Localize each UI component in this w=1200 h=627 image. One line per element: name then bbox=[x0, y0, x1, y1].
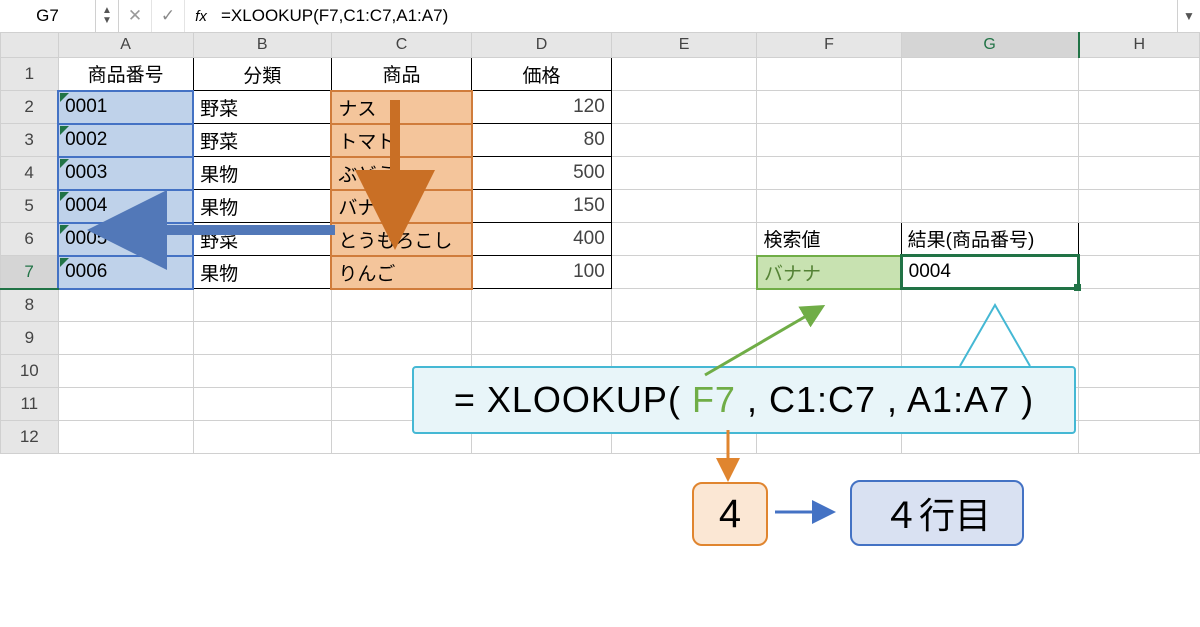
x-icon: ✕ bbox=[128, 6, 142, 26]
cell-e7[interactable] bbox=[611, 256, 757, 289]
cell-e1[interactable] bbox=[611, 58, 757, 91]
cell-c1[interactable]: 商品 bbox=[331, 58, 471, 91]
cell-c5[interactable]: バナナ bbox=[331, 190, 471, 223]
cell-h5[interactable] bbox=[1079, 190, 1200, 223]
cell-f6[interactable]: 検索値 bbox=[757, 223, 901, 256]
cell-h2[interactable] bbox=[1079, 91, 1200, 124]
cell-e5[interactable] bbox=[611, 190, 757, 223]
col-header-d[interactable]: D bbox=[472, 33, 612, 58]
cell-b2[interactable]: 野菜 bbox=[193, 91, 331, 124]
col-header-e[interactable]: E bbox=[611, 33, 757, 58]
cell-a5[interactable]: 0004 bbox=[58, 190, 193, 223]
row-header-11[interactable]: 11 bbox=[1, 388, 59, 421]
row-header-2[interactable]: 2 bbox=[1, 91, 59, 124]
col-header-a[interactable]: A bbox=[58, 33, 193, 58]
cell-d5[interactable]: 150 bbox=[472, 190, 612, 223]
cell-c2[interactable]: ナス bbox=[331, 91, 471, 124]
confirm-formula-button[interactable]: ✓ bbox=[152, 0, 185, 32]
row-header-7[interactable]: 7 bbox=[1, 256, 59, 289]
cell-h3[interactable] bbox=[1079, 124, 1200, 157]
cell-d6[interactable]: 400 bbox=[472, 223, 612, 256]
cell-a4[interactable]: 0003 bbox=[58, 157, 193, 190]
col-header-c[interactable]: C bbox=[331, 33, 471, 58]
formula-annotation: = XLOOKUP( F7 , C1:C7 , A1:A7 ) bbox=[412, 366, 1076, 434]
cell-f4[interactable] bbox=[757, 157, 901, 190]
cell-b6[interactable]: 野菜 bbox=[193, 223, 331, 256]
cell-a2[interactable]: 0001 bbox=[58, 91, 193, 124]
cancel-formula-button[interactable]: ✕ bbox=[119, 0, 152, 32]
cell-d7[interactable]: 100 bbox=[472, 256, 612, 289]
namebox-spinner[interactable]: ▲ ▼ bbox=[96, 0, 119, 32]
cell-g6[interactable]: 結果(商品番号) bbox=[901, 223, 1078, 256]
cell-c6[interactable]: とうもろこし bbox=[331, 223, 471, 256]
row-header-8[interactable]: 8 bbox=[1, 289, 59, 322]
formula-bar: G7 ▲ ▼ ✕ ✓ fx =XLOOKUP(F7,C1:C7,A1:A7) ▼ bbox=[0, 0, 1200, 33]
select-all-corner[interactable] bbox=[1, 33, 59, 58]
cell-c3[interactable]: トマト bbox=[331, 124, 471, 157]
col-header-b[interactable]: B bbox=[193, 33, 331, 58]
formula-arg1: F7 bbox=[692, 379, 736, 420]
cell-h6[interactable] bbox=[1079, 223, 1200, 256]
name-box[interactable]: G7 bbox=[0, 0, 96, 32]
cell-a7[interactable]: 0006 bbox=[58, 256, 193, 289]
formula-arg3: A1:A7 bbox=[907, 379, 1010, 420]
cell-d1[interactable]: 価格 bbox=[472, 58, 612, 91]
fx-button[interactable]: fx bbox=[185, 0, 217, 32]
row-header-6[interactable]: 6 bbox=[1, 223, 59, 256]
cell-b3[interactable]: 野菜 bbox=[193, 124, 331, 157]
row-header-4[interactable]: 4 bbox=[1, 157, 59, 190]
row-header-3[interactable]: 3 bbox=[1, 124, 59, 157]
formula-sep1: , bbox=[736, 379, 769, 420]
cell-a6[interactable]: 0005 bbox=[58, 223, 193, 256]
cell-f3[interactable] bbox=[757, 124, 901, 157]
check-icon: ✓ bbox=[161, 6, 175, 26]
cell-b4[interactable]: 果物 bbox=[193, 157, 331, 190]
cell-b5[interactable]: 果物 bbox=[193, 190, 331, 223]
row-header-12[interactable]: 12 bbox=[1, 421, 59, 454]
formula-pre: = XLOOKUP( bbox=[454, 379, 692, 420]
cell-a1[interactable]: 商品番号 bbox=[58, 58, 193, 91]
cell-f2[interactable] bbox=[757, 91, 901, 124]
step-index-box: 4 bbox=[692, 482, 768, 546]
cell-d3[interactable]: 80 bbox=[472, 124, 612, 157]
formula-input[interactable]: =XLOOKUP(F7,C1:C7,A1:A7) bbox=[217, 0, 1177, 32]
cell-f5[interactable] bbox=[757, 190, 901, 223]
cell-c4[interactable]: ぶどう bbox=[331, 157, 471, 190]
cell-f7[interactable]: バナナ bbox=[757, 256, 901, 289]
cell-h4[interactable] bbox=[1079, 157, 1200, 190]
col-header-g[interactable]: G bbox=[901, 33, 1078, 58]
cell-h7[interactable] bbox=[1079, 256, 1200, 289]
cell-h1[interactable] bbox=[1079, 58, 1200, 91]
cell-e3[interactable] bbox=[611, 124, 757, 157]
cell-b7[interactable]: 果物 bbox=[193, 256, 331, 289]
row-header-10[interactable]: 10 bbox=[1, 355, 59, 388]
formula-arg2: C1:C7 bbox=[769, 379, 876, 420]
cell-g5[interactable] bbox=[901, 190, 1078, 223]
arrow-blue-small-icon bbox=[775, 500, 845, 530]
cell-g3[interactable] bbox=[901, 124, 1078, 157]
row-result-box: ４行目 bbox=[850, 480, 1024, 546]
cell-g4[interactable] bbox=[901, 157, 1078, 190]
cell-f1[interactable] bbox=[757, 58, 901, 91]
col-header-h[interactable]: H bbox=[1079, 33, 1200, 58]
cell-g7[interactable]: 0004 bbox=[901, 256, 1078, 289]
cell-a3[interactable]: 0002 bbox=[58, 124, 193, 157]
cell-d4[interactable]: 500 bbox=[472, 157, 612, 190]
cell-e2[interactable] bbox=[611, 91, 757, 124]
cell-e6[interactable] bbox=[611, 223, 757, 256]
row-header-9[interactable]: 9 bbox=[1, 322, 59, 355]
expand-formula-bar[interactable]: ▼ bbox=[1177, 0, 1200, 32]
cell-g1[interactable] bbox=[901, 58, 1078, 91]
cell-c7[interactable]: りんご bbox=[331, 256, 471, 289]
formula-post: ) bbox=[1010, 379, 1034, 420]
cell-e4[interactable] bbox=[611, 157, 757, 190]
spinner-down-icon[interactable]: ▼ bbox=[102, 16, 112, 26]
cell-g2[interactable] bbox=[901, 91, 1078, 124]
col-header-f[interactable]: F bbox=[757, 33, 901, 58]
formula-sep2: , bbox=[876, 379, 907, 420]
cell-b1[interactable]: 分類 bbox=[193, 58, 331, 91]
row-header-1[interactable]: 1 bbox=[1, 58, 59, 91]
cell-d2[interactable]: 120 bbox=[472, 91, 612, 124]
row-header-5[interactable]: 5 bbox=[1, 190, 59, 223]
